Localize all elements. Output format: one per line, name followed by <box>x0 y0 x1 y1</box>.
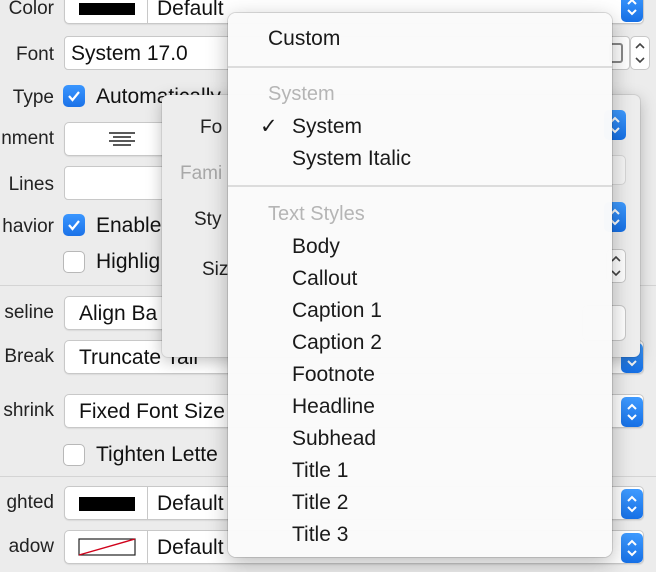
menu-item-title-3[interactable]: Title 3 <box>292 523 348 547</box>
highlighted-color-label: ghted <box>6 492 54 513</box>
font-popover-font-label: Fo <box>200 117 223 138</box>
font-menu: Custom System ✓ System System Italic Tex… <box>228 13 612 557</box>
baseline-label: seline <box>4 302 54 323</box>
font-popover-size-label: Siz <box>202 259 229 280</box>
highlighted-label: Highlig <box>96 250 161 273</box>
enabled-checkbox[interactable] <box>63 214 85 236</box>
chevron-updown-icon <box>621 397 643 427</box>
menu-item-title-1[interactable]: Title 1 <box>292 459 348 483</box>
menu-item-system[interactable]: System <box>292 115 362 139</box>
menu-header-system: System <box>268 83 335 105</box>
shadow-value: Default <box>157 536 224 559</box>
menu-header-text-styles: Text Styles <box>268 203 365 225</box>
align-center-icon <box>109 132 135 146</box>
menu-item-caption-2[interactable]: Caption 2 <box>292 331 382 355</box>
menu-item-headline[interactable]: Headline <box>292 395 375 419</box>
menu-item-title-2[interactable]: Title 2 <box>292 491 348 515</box>
font-size-stepper[interactable] <box>630 36 650 70</box>
chevron-updown-icon <box>621 489 643 519</box>
autoshrink-value: Fixed Font Size <box>79 400 225 423</box>
autoshrink-label: shrink <box>3 400 54 421</box>
lines-label: Lines <box>8 174 54 195</box>
alignment-label: nment <box>1 128 54 149</box>
highlighted-color-value: Default <box>157 492 224 515</box>
behavior-label: havior <box>2 216 54 237</box>
type-label: Type <box>12 87 54 108</box>
font-popover-style-label: Sty <box>194 209 222 230</box>
menu-item-caption-1[interactable]: Caption 1 <box>292 299 382 323</box>
menu-separator <box>228 66 612 68</box>
line-break-label: Break <box>4 346 54 367</box>
color-label: Color <box>8 0 54 19</box>
lines-field[interactable] <box>64 166 174 200</box>
menu-item-subhead[interactable]: Subhead <box>292 427 376 451</box>
highlighted-checkbox[interactable] <box>63 251 85 273</box>
menu-item-custom[interactable]: Custom <box>268 27 340 51</box>
checkmark-icon: ✓ <box>260 115 278 138</box>
tighten-checkbox[interactable] <box>63 444 85 466</box>
font-label: Font <box>15 44 54 65</box>
menu-separator <box>228 185 612 187</box>
chevron-updown-icon <box>621 533 643 563</box>
no-color-swatch-icon <box>78 538 136 556</box>
menu-item-callout[interactable]: Callout <box>292 267 357 291</box>
shadow-label: adow <box>8 536 54 557</box>
automatically-checkbox[interactable] <box>63 85 85 107</box>
menu-item-system-italic[interactable]: System Italic <box>292 147 411 171</box>
baseline-value: Align Ba <box>79 302 158 325</box>
color-swatch <box>79 3 135 15</box>
enabled-label: Enable <box>96 214 162 237</box>
tighten-label: Tighten Lette <box>96 443 218 466</box>
font-popover-family-label: Fami <box>180 163 223 184</box>
font-value: System 17.0 <box>71 42 188 65</box>
menu-item-body[interactable]: Body <box>292 235 340 259</box>
highlighted-swatch <box>79 497 135 511</box>
color-value: Default <box>157 0 224 20</box>
menu-item-footnote[interactable]: Footnote <box>292 363 375 387</box>
chevron-updown-icon <box>621 0 643 22</box>
alignment-segment[interactable] <box>64 122 174 156</box>
